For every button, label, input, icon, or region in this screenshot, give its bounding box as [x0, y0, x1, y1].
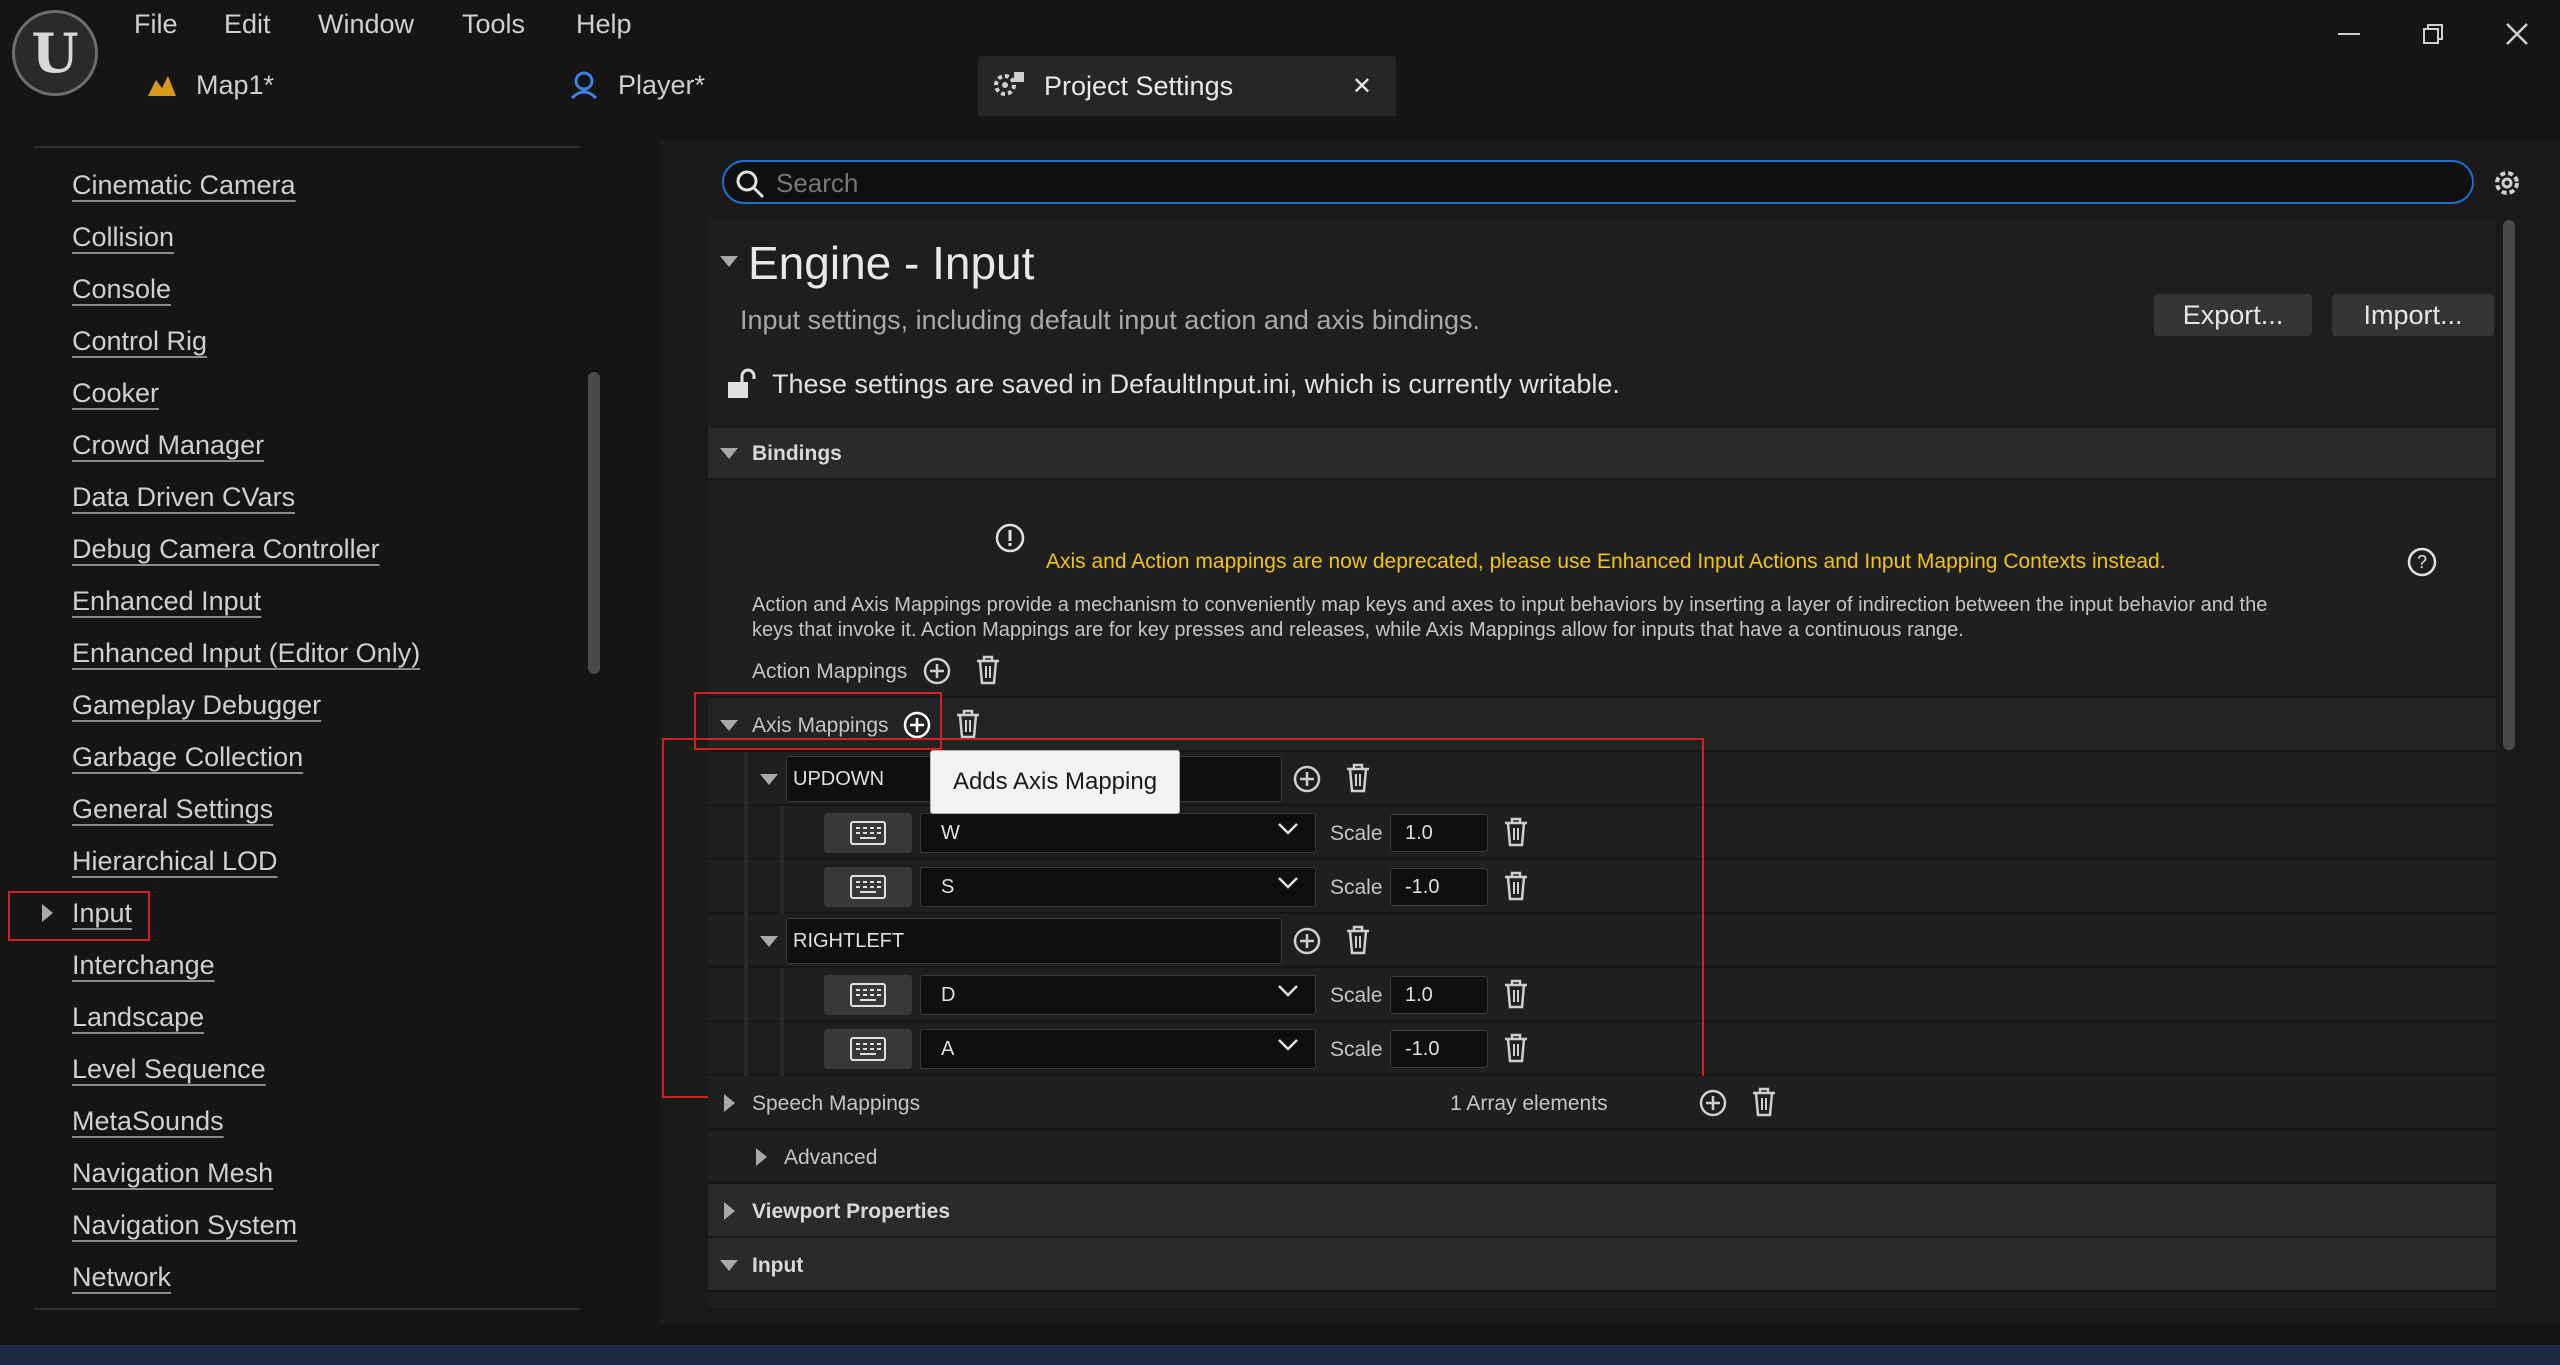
- nav-item-console[interactable]: Console: [72, 267, 171, 311]
- close-window-icon[interactable]: [2492, 14, 2542, 54]
- speech-mappings-label: Speech Mappings: [752, 1092, 921, 1115]
- details-scrollbar[interactable]: [2503, 220, 2515, 750]
- bindings-label: Bindings: [752, 442, 842, 465]
- axis-mappings-block-highlight: [662, 738, 1704, 1098]
- menu-tools[interactable]: Tools: [462, 6, 525, 42]
- tab-map1[interactable]: Map1*: [146, 62, 274, 108]
- page-subtitle: Input settings, including default input …: [740, 305, 1480, 335]
- collapse-category-icon[interactable]: [720, 256, 738, 267]
- nav-item-cinematic-camera[interactable]: Cinematic Camera: [72, 163, 296, 207]
- nav-item-data-driven-cvars[interactable]: Data Driven CVars: [72, 475, 295, 519]
- settings-nav-panel: [0, 140, 660, 1325]
- nav-item-control-rig[interactable]: Control Rig: [72, 319, 207, 363]
- tab-map1-label: Map1*: [196, 69, 275, 100]
- delete-action-mappings-icon[interactable]: [974, 654, 1002, 686]
- tab-player-label: Player*: [618, 69, 706, 100]
- help-icon[interactable]: ?: [2406, 546, 2438, 578]
- tab-project-settings[interactable]: Project Settings ✕: [978, 56, 1396, 116]
- speech-mappings-row: Speech Mappings 1 Array elements: [708, 1076, 2496, 1130]
- nav-item-enhanced-input[interactable]: Enhanced Input: [72, 579, 261, 623]
- nav-item-metasounds[interactable]: MetaSounds: [72, 1099, 224, 1143]
- input-section-label: Input: [752, 1254, 804, 1277]
- nav-item-landscape[interactable]: Landscape: [72, 995, 204, 1039]
- nav-item-garbage-collection[interactable]: Garbage Collection: [72, 735, 303, 779]
- settings-cog-icon: [992, 70, 1026, 102]
- nav-item-input[interactable]: Input: [72, 891, 132, 935]
- tooltip: Adds Axis Mapping: [930, 750, 1180, 814]
- action-mappings-label: Action Mappings: [752, 660, 908, 683]
- warning-icon: [994, 522, 1026, 554]
- restore-icon[interactable]: [2408, 14, 2458, 54]
- nav-item-crowd-manager[interactable]: Crowd Manager: [72, 423, 264, 467]
- nav-item-level-sequence[interactable]: Level Sequence: [72, 1047, 266, 1091]
- bindings-header[interactable]: Bindings: [708, 428, 2496, 480]
- nav-item-general-settings[interactable]: General Settings: [72, 787, 273, 831]
- menu-edit[interactable]: Edit: [224, 6, 271, 42]
- advanced-label: Advanced: [784, 1146, 878, 1169]
- bindings-description-2: keys that invoke it. Action Mappings are…: [752, 619, 1964, 641]
- menu-help[interactable]: Help: [576, 6, 632, 42]
- expand-speech-mappings-icon[interactable]: [724, 1094, 735, 1112]
- viewport-properties-label: Viewport Properties: [752, 1200, 951, 1223]
- nav-item-interchange[interactable]: Interchange: [72, 943, 215, 987]
- expand-viewport-icon[interactable]: [724, 1202, 735, 1220]
- taskbar-strip: [0, 1345, 2560, 1365]
- nav-scrollbar[interactable]: [588, 372, 600, 674]
- delete-axis-mappings-icon[interactable]: [954, 708, 982, 740]
- nav-item-debug-camera-controller[interactable]: Debug Camera Controller: [72, 527, 380, 571]
- input-first-row-partial: [708, 1292, 2496, 1310]
- expand-advanced-icon[interactable]: [756, 1148, 767, 1166]
- blueprint-pawn-icon: [568, 70, 600, 100]
- minimize-icon[interactable]: [2324, 14, 2374, 54]
- unreal-logo-icon[interactable]: U: [12, 10, 98, 96]
- collapse-input-icon[interactable]: [720, 1260, 738, 1271]
- export-button[interactable]: Export...: [2154, 294, 2312, 336]
- menu-window[interactable]: Window: [318, 6, 414, 42]
- bindings-description-1: Action and Axis Mappings provide a mecha…: [752, 594, 2268, 616]
- menu-file[interactable]: File: [134, 6, 178, 42]
- input-section-header[interactable]: Input: [708, 1238, 2496, 1292]
- add-speech-mapping-icon[interactable]: [1698, 1088, 1728, 1118]
- writable-notice: These settings are saved in DefaultInput…: [772, 369, 1620, 399]
- close-tab-icon[interactable]: ✕: [1352, 72, 1372, 101]
- import-button[interactable]: Import...: [2332, 294, 2494, 336]
- speech-mappings-count: 1 Array elements: [1450, 1092, 1608, 1115]
- search-input[interactable]: [774, 162, 2428, 204]
- nav-item-network[interactable]: Network: [72, 1255, 171, 1299]
- nav-divider-bottom: [34, 1308, 580, 1310]
- nav-item-gameplay-debugger[interactable]: Gameplay Debugger: [72, 683, 321, 727]
- collapse-bindings-icon[interactable]: [720, 448, 738, 459]
- action-mappings-row: Action Mappings: [708, 644, 2496, 698]
- gear-icon[interactable]: [2490, 166, 2524, 200]
- expand-arrow-icon[interactable]: [42, 904, 53, 922]
- search-icon: [734, 168, 766, 200]
- tab-player[interactable]: Player*: [568, 62, 705, 108]
- tab-project-settings-label: Project Settings: [1044, 70, 1234, 101]
- svg-text:?: ?: [2417, 552, 2427, 572]
- page-title: Engine - Input: [748, 237, 1035, 289]
- nav-item-navigation-system[interactable]: Navigation System: [72, 1203, 297, 1247]
- nav-item-collision[interactable]: Collision: [72, 215, 174, 259]
- nav-item-navigation-mesh[interactable]: Navigation Mesh: [72, 1151, 273, 1195]
- add-action-mapping-icon[interactable]: [922, 656, 952, 686]
- deprecation-warning: Axis and Action mappings are now depreca…: [1046, 550, 2166, 573]
- nav-item-enhanced-input-editor[interactable]: Enhanced Input (Editor Only): [72, 631, 420, 675]
- level-map-icon: [146, 72, 178, 98]
- unlocked-icon: [726, 368, 756, 400]
- nav-divider: [34, 146, 580, 148]
- nav-item-cooker[interactable]: Cooker: [72, 371, 159, 415]
- viewport-properties-header[interactable]: Viewport Properties: [708, 1184, 2496, 1238]
- nav-item-hierarchical-lod[interactable]: Hierarchical LOD: [72, 839, 278, 883]
- search-box[interactable]: [722, 160, 2474, 204]
- delete-speech-mappings-icon[interactable]: [1750, 1086, 1778, 1118]
- advanced-row[interactable]: Advanced: [708, 1130, 2496, 1184]
